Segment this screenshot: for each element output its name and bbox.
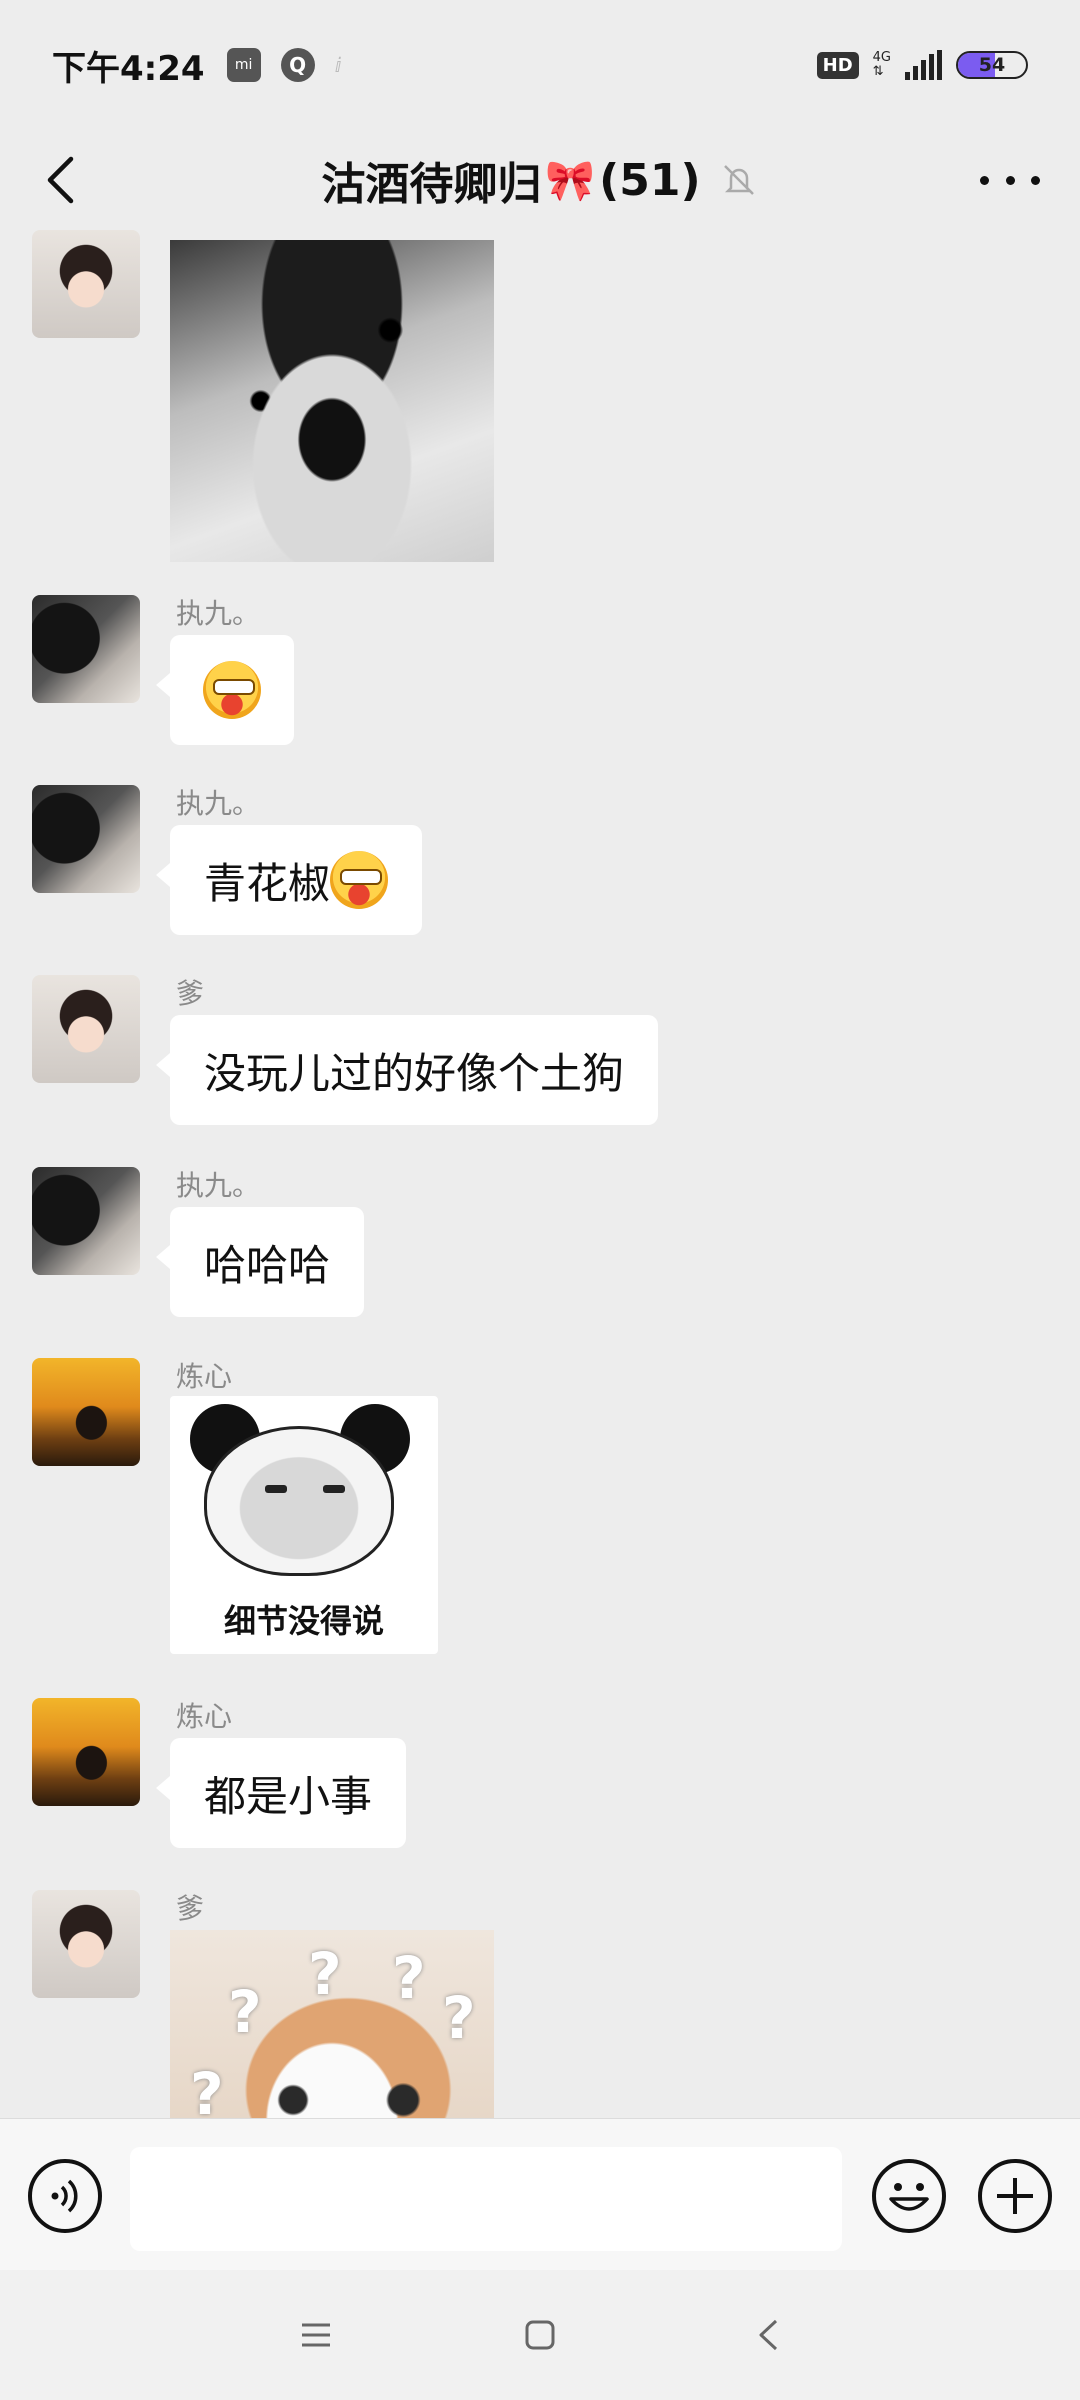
message-item: 炼心 细节没得说 (0, 1358, 1080, 1668)
message-item: 执九。 青花椒 (0, 785, 1080, 965)
avatar[interactable] (32, 1890, 140, 1998)
sticker-caption: 细节没得说 (223, 1602, 384, 1640)
chat-header: 沽酒待卿归 🎀 (51) (0, 130, 1080, 230)
sender-name: 炼心 (176, 1700, 233, 1733)
message-bubble[interactable]: 青花椒 (155, 825, 423, 935)
menu-icon (302, 2323, 330, 2347)
message-bubble[interactable]: 哈哈哈 (155, 1207, 365, 1317)
smiley-icon (889, 2183, 929, 2211)
avatar[interactable] (32, 230, 140, 338)
message-item: 执九。 (0, 595, 1080, 775)
usb-icon: ⅈ (334, 53, 342, 77)
avatar[interactable] (32, 595, 140, 703)
member-count: (51) (599, 154, 701, 206)
message-item: 爹 ? ? ? ? ? (0, 1890, 1080, 2118)
status-bar: 下午4:24 mi Q ⅈ HD 4G ⇅ 54 (0, 0, 1080, 130)
more-options-button[interactable] (980, 160, 1040, 200)
bow-emoji-icon: 🎀 (545, 157, 596, 204)
status-app-icons: mi Q ⅈ (226, 48, 342, 82)
message-input[interactable] (130, 2147, 842, 2251)
message-item: 爹 没玩儿过的好像个土狗 (0, 975, 1080, 1155)
dot-icon (1031, 175, 1040, 185)
recents-button[interactable] (296, 2315, 336, 2355)
panda-face (265, 1477, 345, 1527)
question-mark: ? (190, 2060, 224, 2118)
question-mark: ? (392, 1944, 426, 2012)
sender-name: 炼心 (176, 1360, 233, 1393)
chat-title: 沽酒待卿归 🎀 (51) (321, 148, 758, 212)
mi-app-icon: mi (226, 48, 261, 82)
back-arrow-icon (759, 2319, 778, 2351)
home-button[interactable] (520, 2315, 560, 2355)
avatar[interactable] (32, 1358, 140, 1466)
status-indicators: HD 4G ⇅ 54 (816, 50, 1028, 80)
message-text: 没玩儿过的好像个土狗 (204, 1048, 625, 1098)
voice-icon (51, 2179, 78, 2213)
plus-icon (997, 2178, 1033, 2214)
signal-icon (905, 50, 942, 80)
message-bubble[interactable]: 都是小事 (155, 1738, 407, 1848)
dot-icon (980, 175, 989, 185)
avatar[interactable] (32, 785, 140, 893)
panda-sticker[interactable]: 细节没得说 (170, 1396, 438, 1654)
avatar[interactable] (32, 975, 140, 1083)
chevron-left-icon (47, 156, 74, 204)
battery-icon: 54 (956, 51, 1028, 79)
network-arrows-icon: ⇅ (872, 64, 884, 79)
sender-name: 执九。 (176, 1169, 261, 1202)
panda-head (204, 1426, 394, 1576)
input-bar (0, 2118, 1080, 2270)
sender-name: 爹 (176, 977, 205, 1010)
mute-bell-icon (723, 165, 754, 195)
blushing-emoji-icon (203, 661, 261, 719)
network-type-label: 4G (872, 50, 891, 65)
question-mark: ? (442, 1984, 476, 2052)
message-bubble[interactable] (156, 635, 294, 745)
dog-meme-image[interactable] (170, 240, 494, 562)
system-back-button[interactable] (748, 2315, 788, 2355)
network-type-icon: 4G ⇅ (873, 51, 891, 79)
message-text: 哈哈哈 (204, 1240, 331, 1290)
message-bubble[interactable]: 没玩儿过的好像个土狗 (155, 1015, 659, 1125)
battery-level: 54 (978, 54, 1006, 76)
message-text: 青花椒 (204, 858, 331, 908)
back-button[interactable] (30, 150, 90, 210)
sender-name: 爹 (176, 1892, 205, 1925)
blushing-emoji-icon (330, 851, 389, 909)
voice-button[interactable] (28, 2159, 102, 2233)
hd-icon: HD (816, 51, 859, 79)
question-mark: ? (308, 1940, 342, 2008)
q-app-icon: Q (280, 48, 315, 82)
emoji-button[interactable] (872, 2159, 946, 2233)
question-mark: ? (228, 1978, 262, 2046)
sender-name: 执九。 (176, 597, 261, 630)
group-name: 沽酒待卿归 (321, 159, 542, 210)
dot-icon (1005, 175, 1015, 185)
message-item (0, 230, 1080, 570)
system-navigation-bar (0, 2270, 1080, 2400)
message-item: 炼心 都是小事 (0, 1698, 1080, 1878)
message-item: 执九。 哈哈哈 (0, 1167, 1080, 1347)
message-list[interactable]: 执九。 执九。 青花椒 爹 没玩儿过的好像个土狗 执九。 哈哈哈 炼心 细节没得… (0, 230, 1080, 2118)
home-square-icon (525, 2320, 555, 2350)
status-time: 下午4:24 (52, 48, 205, 89)
cat-question-image[interactable]: ? ? ? ? ? (170, 1930, 494, 2118)
more-functions-button[interactable] (978, 2159, 1052, 2233)
sender-name: 执九。 (176, 787, 261, 820)
avatar[interactable] (32, 1167, 140, 1275)
message-text: 都是小事 (204, 1771, 373, 1821)
avatar[interactable] (32, 1698, 140, 1806)
